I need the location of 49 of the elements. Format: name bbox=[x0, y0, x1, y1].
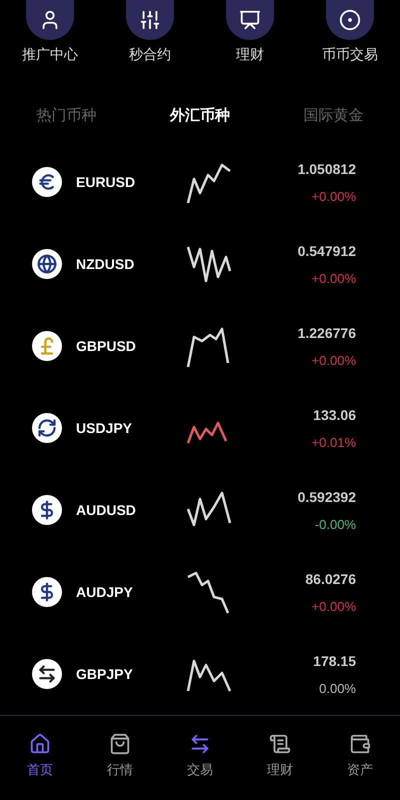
pair-symbol[interactable]: GBPJPY bbox=[76, 666, 133, 682]
shortcut-label: 秒合约 bbox=[129, 46, 171, 64]
shortcut-button[interactable] bbox=[226, 0, 274, 40]
price-text: 86.0276 bbox=[305, 570, 356, 586]
change-percent: +0.01% bbox=[312, 434, 356, 450]
nav-tab[interactable]: 理财 bbox=[240, 732, 320, 780]
pair-symbol[interactable]: USDJPY bbox=[76, 420, 132, 436]
pair-symbol[interactable]: GBPUSD bbox=[76, 338, 136, 354]
category-tab[interactable]: 国际黄金 bbox=[266, 98, 400, 133]
change-percent: +0.00% bbox=[312, 188, 356, 204]
price-text: 1.050812 bbox=[298, 160, 356, 176]
price-text: 133.06 bbox=[313, 406, 356, 422]
refresh-icon bbox=[37, 418, 57, 438]
price-text: 0.547912 bbox=[298, 242, 356, 258]
shortcut-button[interactable] bbox=[326, 0, 374, 40]
sliders-icon bbox=[139, 9, 161, 31]
pair-symbol[interactable]: NZDUSD bbox=[76, 256, 134, 272]
home-icon bbox=[29, 733, 51, 755]
coin-icon bbox=[339, 9, 361, 31]
shortcut-label: 推广中心 bbox=[22, 46, 78, 64]
nav-tab[interactable]: 资产 bbox=[320, 732, 400, 780]
change-percent: +0.00% bbox=[312, 598, 356, 614]
wallet-icon bbox=[349, 733, 371, 755]
change-percent: +0.00% bbox=[312, 270, 356, 286]
category-tab[interactable]: 热门币种 bbox=[0, 98, 134, 133]
swap-icon bbox=[189, 733, 211, 755]
exchange-icon bbox=[37, 664, 57, 684]
euro-icon bbox=[37, 172, 57, 192]
shortcut-label: 币币交易 bbox=[322, 46, 378, 64]
pair-symbol[interactable]: EURUSD bbox=[76, 174, 136, 190]
shortcut-button[interactable] bbox=[26, 0, 74, 40]
change-percent: 0.00% bbox=[319, 680, 356, 696]
bag-icon bbox=[109, 733, 131, 755]
chart-board-icon bbox=[239, 9, 261, 31]
price-text: 178.15 bbox=[313, 652, 356, 668]
change-percent: -0.00% bbox=[314, 516, 356, 532]
pair-symbol[interactable]: AUDUSD bbox=[76, 502, 136, 518]
shortcut-label: 理财 bbox=[236, 46, 264, 64]
nav-tab[interactable]: 交易 bbox=[160, 732, 240, 780]
price-text: 0.592392 bbox=[298, 488, 356, 504]
price-text: 1.226776 bbox=[298, 324, 356, 340]
category-tab[interactable]: 外汇币种 bbox=[133, 98, 267, 133]
shortcut-button[interactable] bbox=[126, 0, 174, 40]
globe-icon bbox=[37, 254, 57, 274]
nav-tab[interactable]: 行情 bbox=[80, 732, 160, 780]
nav-tab[interactable]: 首页 bbox=[0, 732, 80, 780]
change-percent: +0.00% bbox=[312, 352, 356, 368]
receipt-icon bbox=[269, 733, 291, 755]
pair-symbol[interactable]: AUDJPY bbox=[76, 584, 133, 600]
